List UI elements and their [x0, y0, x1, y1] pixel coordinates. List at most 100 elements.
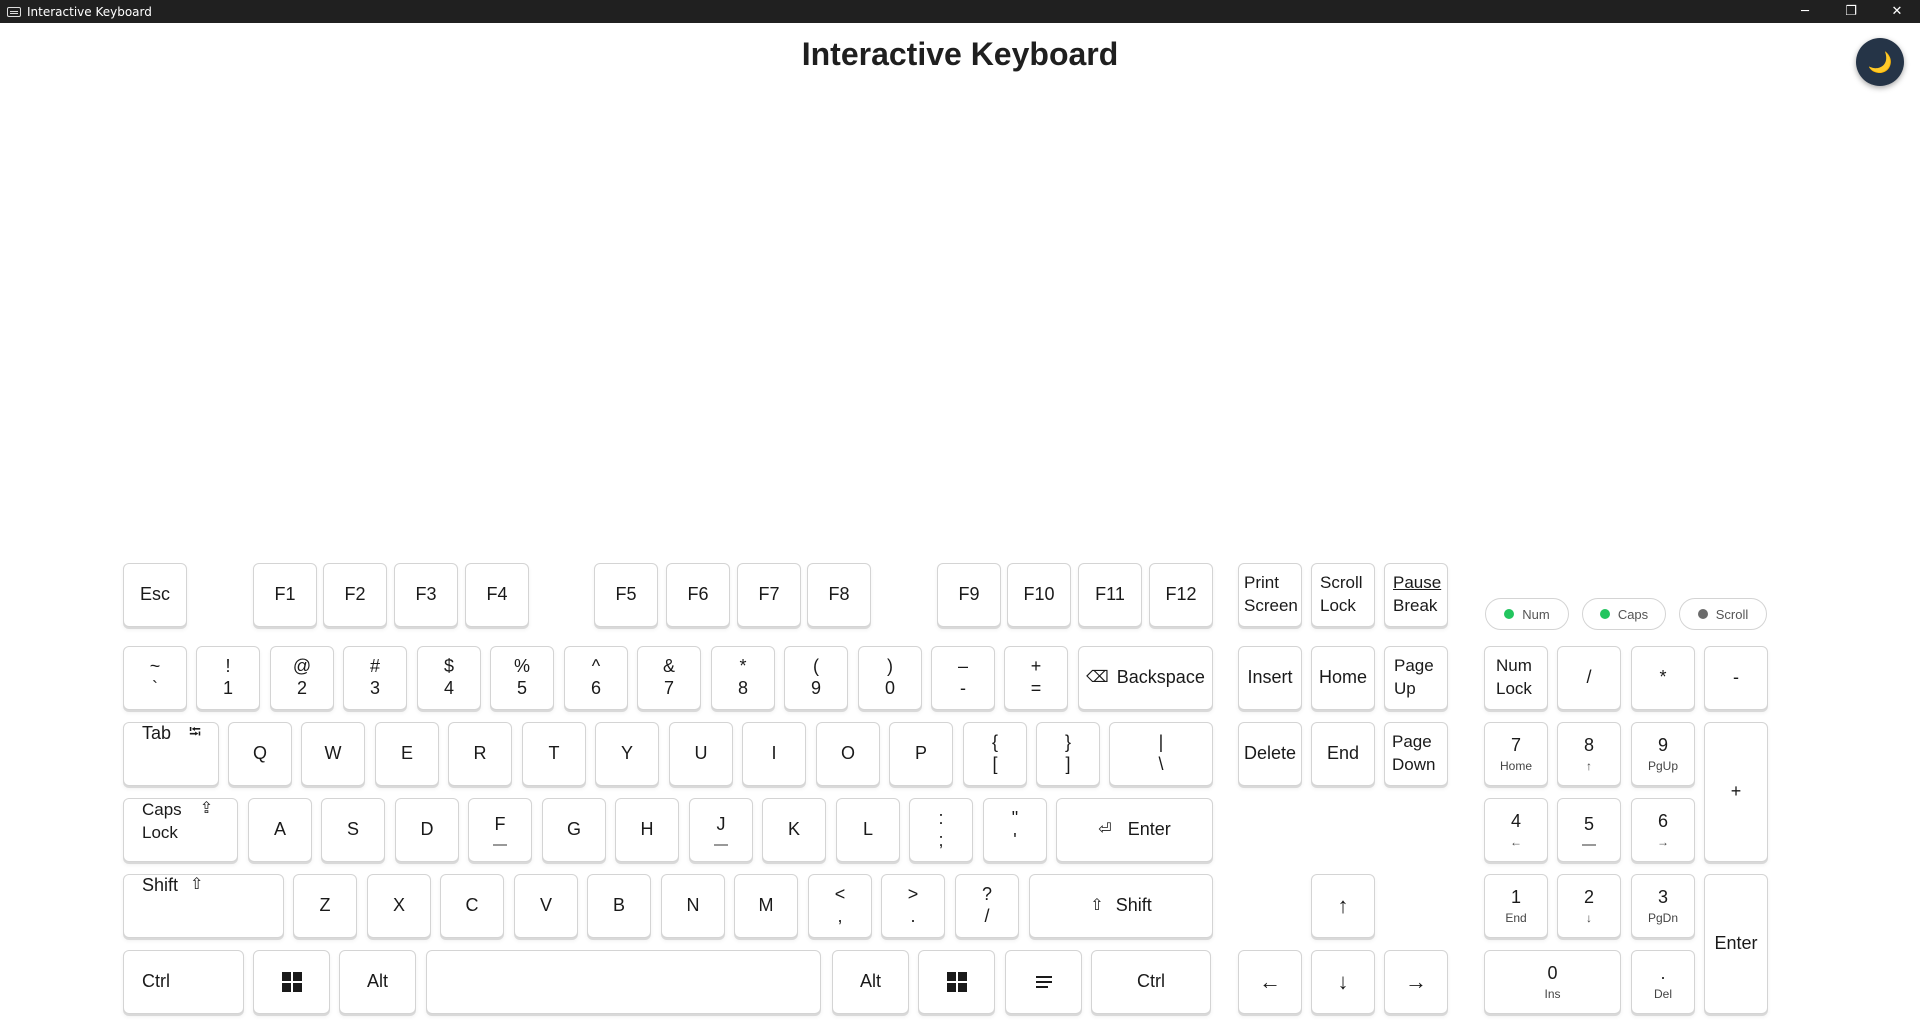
key-h[interactable]: H — [615, 798, 679, 862]
numpad-add[interactable]: + — [1704, 722, 1768, 862]
key-end[interactable]: End — [1311, 722, 1375, 786]
key-f[interactable]: F — [468, 798, 532, 862]
key-q[interactable]: Q — [228, 722, 292, 786]
key-space[interactable] — [426, 950, 821, 1014]
key-arrow-up[interactable]: ↑ — [1311, 874, 1375, 938]
close-button[interactable]: ✕ — [1874, 0, 1920, 23]
key-scroll-lock[interactable]: Scroll Lock — [1311, 563, 1375, 627]
key-tab[interactable]: Tab ⭾ — [123, 722, 219, 786]
key-arrow-down[interactable]: ↓ — [1311, 950, 1375, 1014]
key-b[interactable]: B — [587, 874, 651, 938]
key-x[interactable]: X — [367, 874, 431, 938]
key-arrow-right[interactable]: → — [1384, 950, 1448, 1014]
numpad-9[interactable]: 9 PgUp — [1631, 722, 1695, 786]
key-left-ctrl[interactable]: Ctrl — [123, 950, 244, 1014]
key-comma[interactable]: <, — [808, 874, 872, 938]
key-5[interactable]: % 5 — [490, 646, 554, 710]
key-f7[interactable]: F7 — [737, 563, 801, 627]
key-backtick[interactable]: ~ ` — [123, 646, 187, 710]
key-arrow-left[interactable]: ← — [1238, 950, 1302, 1014]
key-quote[interactable]: " ' — [983, 798, 1047, 862]
key-f1[interactable]: F1 — [253, 563, 317, 627]
key-8[interactable]: * 8 — [711, 646, 775, 710]
key-left-bracket[interactable]: {[ — [963, 722, 1027, 786]
key-6[interactable]: ^ 6 — [564, 646, 628, 710]
numpad-multiply[interactable]: * — [1631, 646, 1695, 710]
numpad-0[interactable]: 0 Ins — [1484, 950, 1621, 1014]
key-d[interactable]: D — [395, 798, 459, 862]
key-r[interactable]: R — [448, 722, 512, 786]
key-insert[interactable]: Insert — [1238, 646, 1302, 710]
key-left-shift[interactable]: Shift ⇧ — [123, 874, 284, 938]
numpad-7[interactable]: 7 Home — [1484, 722, 1548, 786]
key-print-screen[interactable]: Print Screen — [1238, 563, 1302, 627]
key-2[interactable]: @2 — [270, 646, 334, 710]
key-y[interactable]: Y — [595, 722, 659, 786]
theme-toggle-button[interactable]: 🌙 — [1856, 38, 1904, 86]
key-9[interactable]: (9 — [784, 646, 848, 710]
key-backspace[interactable]: ⌫ Backspace — [1078, 646, 1213, 710]
key-p[interactable]: P — [889, 722, 953, 786]
key-3[interactable]: #3 — [343, 646, 407, 710]
key-o[interactable]: O — [816, 722, 880, 786]
key-m[interactable]: M — [734, 874, 798, 938]
key-right-bracket[interactable]: }] — [1036, 722, 1100, 786]
key-period[interactable]: >. — [881, 874, 945, 938]
key-s[interactable]: S — [321, 798, 385, 862]
key-0[interactable]: ) 0 — [858, 646, 922, 710]
key-right-shift[interactable]: ⇧ Shift — [1029, 874, 1213, 938]
key-e[interactable]: E — [375, 722, 439, 786]
key-t[interactable]: T — [522, 722, 586, 786]
key-u[interactable]: U — [669, 722, 733, 786]
key-equal[interactable]: + = — [1004, 646, 1068, 710]
key-pause-break[interactable]: Pause Break — [1384, 563, 1448, 627]
key-esc[interactable]: Esc — [123, 563, 187, 627]
key-f4[interactable]: F4 — [465, 563, 529, 627]
key-a[interactable]: A — [248, 798, 312, 862]
key-v[interactable]: V — [514, 874, 578, 938]
key-c[interactable]: C — [440, 874, 504, 938]
key-left-alt[interactable]: Alt — [339, 950, 416, 1014]
key-left-windows[interactable] — [253, 950, 330, 1014]
key-slash[interactable]: ? / — [955, 874, 1019, 938]
key-caps-lock[interactable]: Caps Lock ⇪ — [123, 798, 238, 862]
key-l[interactable]: L — [836, 798, 900, 862]
key-4[interactable]: $4 — [417, 646, 481, 710]
key-f10[interactable]: F10 — [1007, 563, 1071, 627]
key-7[interactable]: & 7 — [637, 646, 701, 710]
key-right-alt[interactable]: Alt — [832, 950, 909, 1014]
numpad-5[interactable]: 5 — [1557, 798, 1621, 862]
key-semicolon[interactable]: :; — [909, 798, 973, 862]
key-w[interactable]: W — [301, 722, 365, 786]
restore-button[interactable]: ❐ — [1828, 0, 1874, 23]
key-f6[interactable]: F6 — [666, 563, 730, 627]
numpad-2[interactable]: 2 ↓ — [1557, 874, 1621, 938]
key-f2[interactable]: F2 — [323, 563, 387, 627]
key-delete[interactable]: Delete — [1238, 722, 1302, 786]
numpad-decimal[interactable]: . Del — [1631, 950, 1695, 1014]
key-f5[interactable]: F5 — [594, 563, 658, 627]
key-n[interactable]: N — [661, 874, 725, 938]
numpad-3[interactable]: 3 PgDn — [1631, 874, 1695, 938]
key-j[interactable]: J — [689, 798, 753, 862]
numpad-4[interactable]: 4 ← — [1484, 798, 1548, 862]
key-g[interactable]: G — [542, 798, 606, 862]
numpad-divide[interactable]: / — [1557, 646, 1621, 710]
numpad-num-lock[interactable]: Num Lock — [1484, 646, 1548, 710]
key-menu[interactable] — [1005, 950, 1082, 1014]
key-backslash[interactable]: | \ — [1109, 722, 1213, 786]
key-enter[interactable]: ⏎ Enter — [1056, 798, 1213, 862]
numpad-8[interactable]: 8 ↑ — [1557, 722, 1621, 786]
key-f3[interactable]: F3 — [394, 563, 458, 627]
key-f9[interactable]: F9 — [937, 563, 1001, 627]
key-z[interactable]: Z — [293, 874, 357, 938]
key-minus[interactable]: – - — [931, 646, 995, 710]
key-f12[interactable]: F12 — [1149, 563, 1213, 627]
key-right-windows[interactable] — [918, 950, 995, 1014]
numpad-1[interactable]: 1 End — [1484, 874, 1548, 938]
key-page-down[interactable]: Page Down — [1384, 722, 1448, 786]
key-i[interactable]: I — [742, 722, 806, 786]
key-k[interactable]: K — [762, 798, 826, 862]
key-f11[interactable]: F11 — [1078, 563, 1142, 627]
key-home[interactable]: Home — [1311, 646, 1375, 710]
